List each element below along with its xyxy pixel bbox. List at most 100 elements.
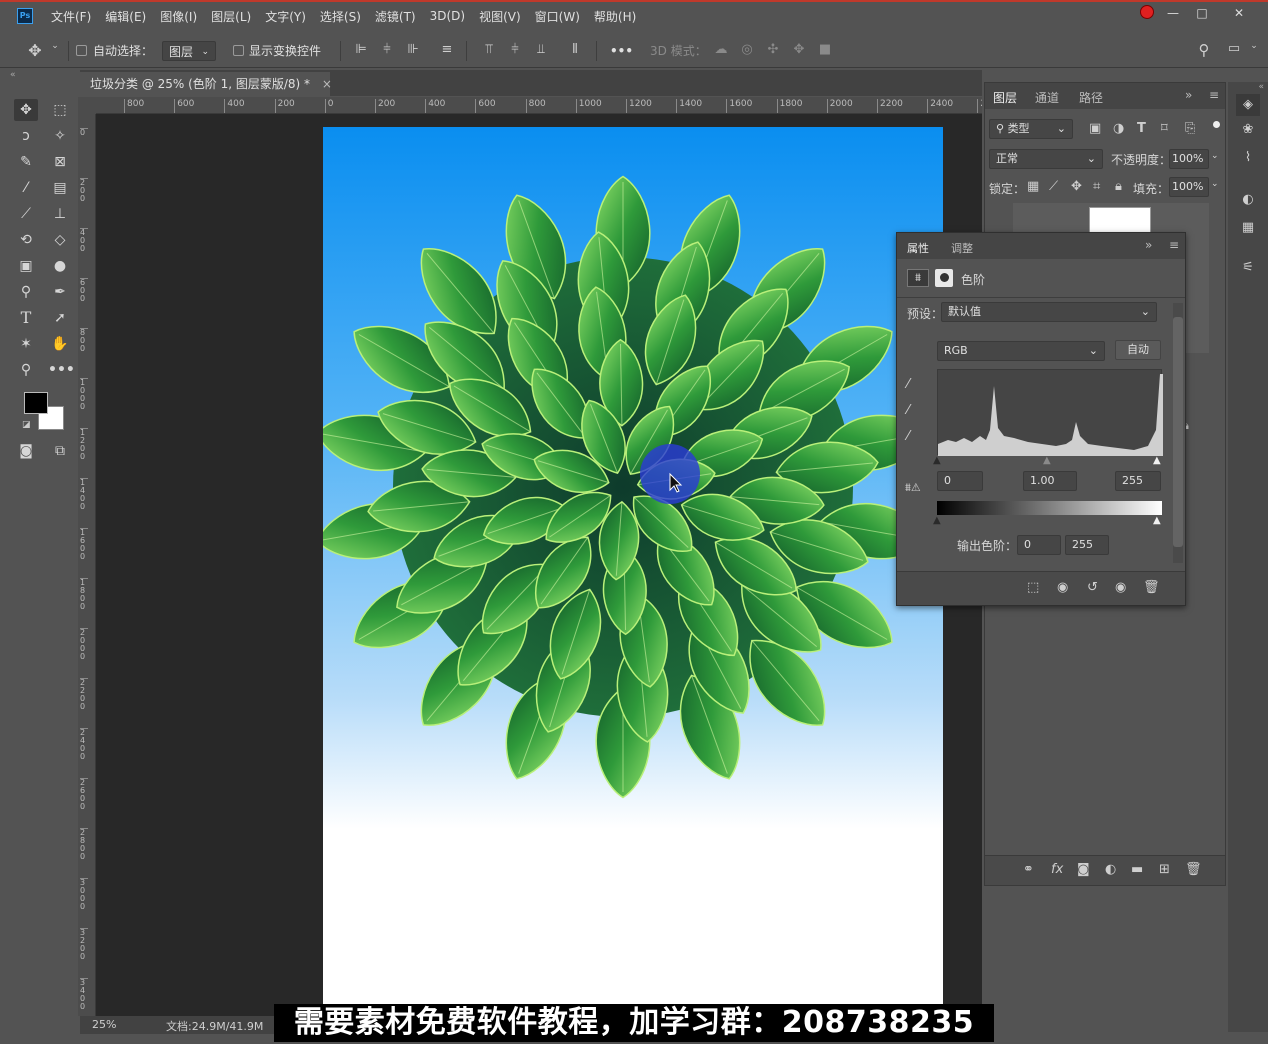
swatches-panel-icon[interactable]: ▦: [1236, 220, 1260, 235]
magic-wand-tool-icon[interactable]: ✧: [48, 125, 72, 147]
color-panel-icon[interactable]: ◐: [1236, 192, 1260, 207]
chevron-down-icon[interactable]: ⌄: [1211, 151, 1219, 161]
horizontal-ruler[interactable]: 800 600 400 200 0 200 400 600 800 1000 1200 1400 160…: [96, 97, 982, 114]
menu-filter[interactable]: 滤镜(T): [375, 8, 416, 25]
blur-tool-icon[interactable]: ●: [48, 255, 72, 277]
input-black-slider[interactable]: ▲: [933, 455, 941, 466]
show-transform-checkbox[interactable]: [233, 45, 244, 56]
output-white-slider[interactable]: ▲: [1153, 515, 1161, 526]
align-right-icon[interactable]: ⊪: [404, 42, 422, 57]
lock-transparency-icon[interactable]: ▦: [1027, 179, 1039, 194]
fill-input[interactable]: 100%: [1169, 177, 1209, 197]
crop-tool-icon[interactable]: ⊠: [48, 151, 72, 173]
delete-adjustment-icon[interactable]: 🗑︎: [1143, 580, 1160, 595]
restore-button[interactable]: □: [1191, 4, 1213, 22]
link-layers-icon[interactable]: ⚭: [1023, 862, 1034, 877]
vertical-ruler[interactable]: 0 200 400 600 800 1000 1200 1400 1600 1800 2000 220…: [78, 114, 96, 1016]
collapse-toolbar-icon[interactable]: «: [10, 70, 16, 80]
filter-toggle-icon[interactable]: [1213, 121, 1220, 128]
view-previous-icon[interactable]: ◉: [1057, 580, 1068, 595]
document-tab[interactable]: 垃圾分类 @ 25% (色阶 1, 图层蒙版/8) * ×: [80, 72, 332, 96]
more-tools-icon[interactable]: •••: [48, 359, 75, 381]
path-selection-tool-icon[interactable]: ➚: [48, 307, 72, 329]
eyedropper-tool-icon[interactable]: ⁄: [14, 177, 38, 199]
adjustments-panel-icon[interactable]: ⚟: [1236, 260, 1260, 275]
hand-tool-icon[interactable]: ✋: [48, 333, 72, 355]
tab-channels[interactable]: 通道: [1035, 89, 1059, 106]
lock-pixels-icon[interactable]: ⟋: [1049, 179, 1058, 194]
white-point-eyedropper-icon[interactable]: ⁄: [907, 429, 909, 444]
filter-pixel-icon[interactable]: ▣: [1089, 121, 1101, 136]
more-options-icon[interactable]: •••: [610, 41, 633, 61]
input-white-slider[interactable]: ▲: [1153, 455, 1161, 466]
delete-layer-icon[interactable]: 🗑︎: [1185, 862, 1202, 877]
document-size[interactable]: 文档:24.9M/41.9M: [166, 1018, 263, 1034]
properties-scrollbar[interactable]: [1173, 303, 1183, 563]
dodge-tool-icon[interactable]: ⚲: [14, 281, 38, 303]
gradient-tool-icon[interactable]: ▣: [14, 255, 38, 277]
align-left-icon[interactable]: ⊫: [352, 42, 370, 57]
tab-layers[interactable]: 图层: [993, 89, 1017, 106]
lock-all-icon[interactable]: 🔒︎: [1115, 179, 1122, 194]
input-black-field[interactable]: 0: [937, 471, 983, 491]
layer-filter-dropdown[interactable]: ⚲ 类型 ⌄: [989, 119, 1073, 139]
quick-selection-tool-icon[interactable]: ✎: [14, 151, 38, 173]
channel-dropdown[interactable]: RGB ⌄: [937, 341, 1105, 361]
panel-menu-icon[interactable]: ≡: [1209, 88, 1219, 102]
tab-adjustments[interactable]: 调整: [951, 240, 973, 256]
pen-tool-icon[interactable]: ✒: [48, 281, 72, 303]
clip-to-layer-icon[interactable]: ⬚: [1027, 580, 1039, 595]
mask-icon[interactable]: [935, 269, 953, 287]
3d-roll-icon[interactable]: ◎: [738, 42, 756, 57]
output-white-field[interactable]: 255: [1065, 535, 1109, 555]
move-tool-icon[interactable]: ✥: [14, 99, 38, 121]
distribute-vertical-icon[interactable]: ⦀: [566, 42, 584, 57]
opacity-input[interactable]: 100%: [1169, 149, 1209, 169]
menu-select[interactable]: 选择(S): [320, 8, 361, 25]
marquee-tool-icon[interactable]: ⬚: [48, 99, 72, 121]
filter-smartobject-icon[interactable]: ⎘: [1185, 121, 1195, 136]
notification-pin-icon[interactable]: [1140, 5, 1154, 19]
default-colors-icon[interactable]: ◪: [22, 420, 32, 430]
screen-mode-icon[interactable]: ⧉: [48, 440, 72, 462]
type-tool-icon[interactable]: T: [14, 307, 38, 329]
visibility-icon[interactable]: ◉: [1115, 580, 1126, 595]
auto-select-dropdown[interactable]: 图层 ⌄: [162, 41, 216, 61]
menu-3d[interactable]: 3D(D): [430, 9, 465, 23]
filter-shape-icon[interactable]: ⌑: [1161, 121, 1168, 136]
tab-properties[interactable]: 属性: [907, 240, 929, 256]
input-gamma-slider[interactable]: ▲: [1043, 455, 1051, 466]
move-tool-icon[interactable]: ✥: [24, 41, 46, 60]
menu-view[interactable]: 视图(V): [479, 8, 521, 25]
expand-panel-icon[interactable]: »: [1185, 88, 1192, 102]
panel-menu-icon[interactable]: ≡: [1169, 238, 1179, 252]
input-white-field[interactable]: 255: [1115, 471, 1161, 491]
align-top-icon[interactable]: ⫪: [480, 42, 498, 57]
search-icon[interactable]: ⚲: [1194, 41, 1214, 59]
menu-image[interactable]: 图像(I): [160, 8, 197, 25]
black-point-eyedropper-icon[interactable]: ⁄: [907, 377, 909, 392]
auto-select-checkbox[interactable]: [76, 45, 87, 56]
menu-edit[interactable]: 编辑(E): [105, 8, 146, 25]
filter-adjustment-icon[interactable]: ◑: [1113, 121, 1124, 136]
align-vcenter-icon[interactable]: ⫩: [506, 42, 524, 57]
paths-panel-icon[interactable]: ⌇: [1236, 150, 1260, 165]
new-group-icon[interactable]: ▬: [1131, 862, 1143, 877]
input-gamma-field[interactable]: 1.00: [1023, 471, 1077, 491]
filter-type-icon[interactable]: T: [1137, 121, 1146, 136]
menu-file[interactable]: 文件(F): [51, 8, 91, 25]
levels-icon[interactable]: ⩩: [907, 269, 929, 287]
close-window-button[interactable]: ✕: [1228, 4, 1250, 22]
output-black-slider[interactable]: ▲: [933, 515, 941, 526]
add-mask-icon[interactable]: ◙: [1077, 862, 1090, 877]
3d-orbit-icon[interactable]: ☁: [712, 42, 730, 57]
foreground-color-swatch[interactable]: [24, 392, 48, 414]
gray-point-eyedropper-icon[interactable]: ⁄: [907, 403, 909, 418]
3d-slide-icon[interactable]: ✥: [790, 42, 808, 57]
zoom-tool-icon[interactable]: ⚲: [14, 359, 38, 381]
eraser-tool-icon[interactable]: ◇: [48, 229, 72, 251]
align-hcenter-icon[interactable]: ⫩: [378, 42, 396, 57]
menu-type[interactable]: 文字(Y): [265, 8, 306, 25]
new-adjustment-icon[interactable]: ◐: [1105, 862, 1116, 877]
quick-mask-icon[interactable]: ◙: [14, 440, 38, 462]
